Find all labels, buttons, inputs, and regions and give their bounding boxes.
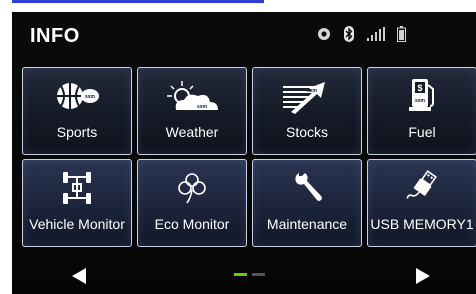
tile-weather[interactable]: sxm Weather	[137, 67, 247, 155]
tile-label: Maintenance	[266, 216, 348, 232]
header: INFO	[12, 12, 476, 58]
tile-label: Fuel	[408, 124, 436, 140]
tile-label: Weather	[165, 124, 219, 140]
tile-label: Sports	[56, 124, 98, 140]
eco-clover-icon	[178, 173, 206, 204]
tile-maintenance[interactable]: Maintenance	[252, 159, 362, 247]
page-title: INFO	[30, 25, 80, 47]
svg-text:$: $	[417, 83, 422, 93]
svg-text:sxm: sxm	[415, 98, 426, 104]
previous-page-arrow-icon[interactable]	[68, 266, 90, 286]
tile-stocks[interactable]: sxm Stocks	[252, 67, 362, 155]
tile-vehicle-monitor[interactable]: Vehicle Monitor	[22, 159, 132, 247]
page-navigation	[12, 258, 476, 294]
weather-cloud-sun-icon: sxm	[167, 81, 218, 110]
top-link-bar	[12, 0, 264, 3]
battery-icon	[397, 26, 406, 42]
page-dot-1	[234, 273, 247, 276]
svg-text:sxm: sxm	[197, 104, 208, 110]
bluetooth-icon	[344, 26, 354, 42]
svg-text:sxm: sxm	[307, 88, 318, 94]
vehicle-chassis-icon	[63, 172, 91, 204]
status-bar	[317, 26, 406, 42]
tile-label: Stocks	[285, 124, 328, 140]
page-dot-2	[252, 273, 265, 276]
tile-sports[interactable]: sxm Sports	[22, 67, 132, 155]
wrench-icon	[295, 173, 322, 201]
tile-usb-memory[interactable]: USB MEMORY1	[367, 159, 476, 247]
next-page-arrow-icon[interactable]	[412, 266, 434, 286]
fuel-pump-icon: $ sxm	[409, 79, 434, 111]
tile-label: Vehicle Monitor	[29, 216, 125, 232]
page-indicator	[234, 273, 265, 276]
sports-ball-icon: sxm	[57, 83, 99, 109]
info-screen: INFO sxm Sports sxm Weather sxm Stocks $…	[12, 12, 476, 294]
usb-plug-icon	[406, 170, 437, 199]
tile-fuel[interactable]: $ sxm Fuel	[367, 67, 476, 155]
tile-label: Eco Monitor	[154, 216, 230, 232]
record-icon	[318, 28, 330, 40]
tile-label: USB MEMORY1	[370, 216, 474, 232]
signal-bars-icon	[367, 27, 385, 41]
stocks-arrow-icon: sxm	[283, 82, 325, 114]
svg-text:sxm: sxm	[85, 94, 96, 100]
tile-eco-monitor[interactable]: Eco Monitor	[137, 159, 247, 247]
